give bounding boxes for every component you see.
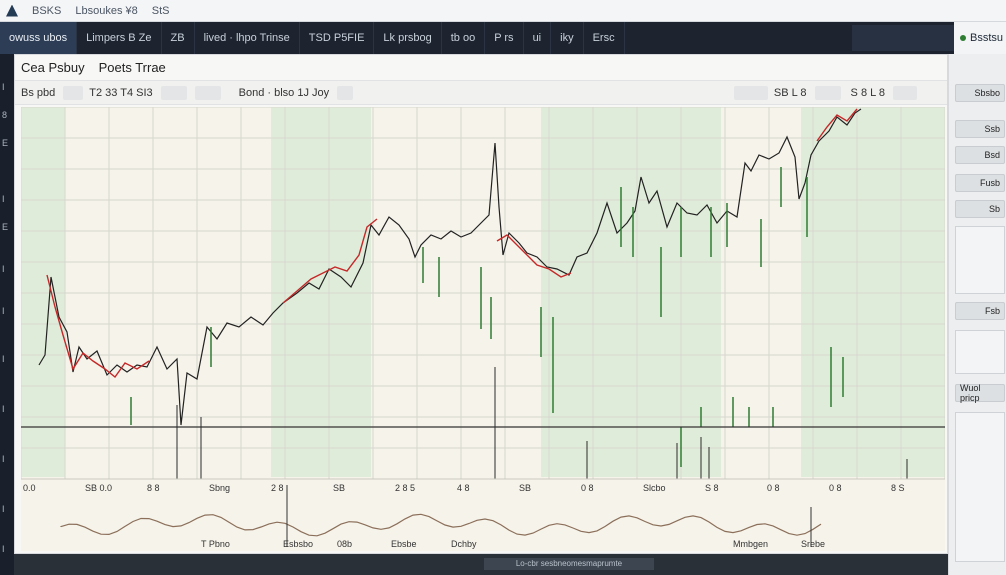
top-strip: BSKS Lbsoukes ¥8 StS — [0, 0, 1006, 22]
x-axis-tick-label: Sbng — [209, 483, 230, 493]
chart-zone-3 — [801, 107, 945, 477]
rail-label-10[interactable]: I — [2, 504, 5, 514]
status-dot-icon — [960, 35, 966, 41]
sidebar-button-6[interactable]: Wuol pricp — [955, 383, 1005, 403]
rail-label-0[interactable]: I — [2, 82, 5, 92]
nav-tab-3[interactable]: lived · lhpo Trinse — [195, 22, 300, 54]
x-axis-tick-label: 4 8 — [457, 483, 470, 493]
x-axis-tick-label: 0 8 — [581, 483, 594, 493]
toolbar-field-b[interactable] — [160, 85, 187, 100]
bottom-bar: Lo-cbr sesbneomesmaprumte — [14, 554, 948, 575]
x-axis-bottom-label: Srebe — [801, 539, 825, 549]
nav-tab-4[interactable]: TSD P5FIE — [300, 22, 375, 54]
nav-search-box[interactable] — [852, 25, 954, 51]
x-axis-tick-label: 8 8 — [147, 483, 160, 493]
chart-zone-1 — [271, 107, 371, 477]
x-axis-tick-label: SB — [333, 483, 345, 493]
chart-panel: Cea Psbuy Poets Trrae Bs pbd T2 33 T4 SI… — [14, 54, 948, 554]
brand-label: Bsstsu — [970, 32, 1004, 44]
x-axis-tick-label: 0.0 — [23, 483, 36, 493]
price-chart[interactable]: 0.0 SB 0.0 8 8 Sbng 2 8 SB 2 8 5 4 8 SB 0 8 Slcbo S… — [21, 107, 945, 551]
x-axis-tick-label: 0 8 — [829, 483, 842, 493]
sidebar-panel-b — [955, 330, 1005, 374]
toolbar-field-d[interactable] — [337, 85, 354, 100]
chart-zone-2 — [541, 107, 721, 477]
sidebar-button-1[interactable]: Ssb — [955, 120, 1005, 138]
rail-label-6[interactable]: I — [2, 306, 5, 316]
toolbar-field-e[interactable] — [733, 85, 768, 100]
top-item-3[interactable]: StS — [152, 5, 170, 17]
rail-label-7[interactable]: I — [2, 354, 5, 364]
nav-tab-10[interactable]: Ersc — [584, 22, 625, 54]
nav-tab-1[interactable]: Limpers B Ze — [77, 22, 162, 54]
nav-tab-0[interactable]: owuss ubos — [0, 22, 78, 54]
toolbar-field-c[interactable] — [194, 85, 221, 100]
rail-label-1[interactable]: 8 — [2, 110, 7, 120]
app-logo-icon — [6, 4, 18, 17]
toolbar-field-g[interactable] — [893, 85, 917, 100]
x-axis-tick-label: SB 0.0 — [85, 483, 112, 493]
sidebar-button-4[interactable]: Sb — [955, 200, 1005, 218]
price-chart-svg[interactable]: 0.0 SB 0.0 8 8 Sbng 2 8 SB 2 8 5 4 8 SB 0 8 Slcbo S… — [21, 107, 945, 551]
bottom-status: Lo-cbr sesbneomesmaprumte — [484, 558, 654, 570]
rail-label-3[interactable]: I — [2, 194, 5, 204]
sidebar-button-5[interactable]: Fsb — [955, 302, 1005, 320]
brand-badge[interactable]: Bsstsu — [954, 22, 1006, 54]
toolbar-right-1[interactable]: SB L 8 — [774, 87, 807, 99]
panel-subtitle: Poets Trrae — [98, 60, 166, 75]
nav-tab-9[interactable]: iky — [551, 22, 584, 54]
toolbar-range[interactable]: T2 33 T4 SI3 — [89, 87, 152, 99]
x-axis-tick-label: SB — [519, 483, 531, 493]
top-item-1[interactable]: BSKS — [32, 5, 61, 17]
x-axis-bottom-label: Dchby — [451, 539, 477, 549]
rail-label-11[interactable]: I — [2, 544, 5, 554]
x-axis-bottom-label: Esbsbo — [283, 539, 313, 549]
right-sidebar: Sbsbo Ssb Bsd Fusb Sb Fsb Wuol pricp — [948, 54, 1006, 575]
x-axis-tick-label: 2 8 — [271, 483, 284, 493]
sidebar-button-3[interactable]: Fusb — [955, 174, 1005, 192]
sidebar-panel-c — [955, 412, 1005, 562]
rail-label-4[interactable]: E — [2, 222, 8, 232]
x-axis-tick-label: 8 S — [891, 483, 905, 493]
rail-label-2[interactable]: E — [2, 138, 8, 148]
toolbar-field-f[interactable] — [814, 85, 841, 100]
panel-title: Cea Psbuy — [21, 60, 85, 75]
toolbar-field-a[interactable] — [63, 85, 84, 100]
nav-tab-7[interactable]: P rs — [485, 22, 524, 54]
x-axis-tick-label: 0 8 — [767, 483, 780, 493]
chart-toolbar: Bs pbd T2 33 T4 SI3 Bond · blso 1J Joy S… — [15, 81, 947, 105]
main-navbar: owuss ubos Limpers B Ze ZB lived · lhpo … — [0, 22, 1006, 54]
rail-label-8[interactable]: I — [2, 404, 5, 414]
nav-tab-8[interactable]: ui — [524, 22, 552, 54]
x-axis-tick-label: 2 8 5 — [395, 483, 415, 493]
x-axis-bottom-label: 08b — [337, 539, 352, 549]
sidebar-button-0[interactable]: Sbsbo — [955, 84, 1005, 102]
top-item-2[interactable]: Lbsoukes ¥8 — [75, 5, 137, 17]
panel-title-bar: Cea Psbuy Poets Trrae — [15, 55, 947, 81]
nav-tab-5[interactable]: Lk prsbog — [374, 22, 442, 54]
x-axis-tick-label: S 8 — [705, 483, 719, 493]
toolbar-left-label[interactable]: Bs pbd — [21, 87, 55, 99]
toolbar-symbol[interactable]: Bond · blso 1J Joy — [239, 87, 330, 99]
x-axis-bottom-label: Mmbgen — [733, 539, 768, 549]
x-axis-bottom-label: T Pbno — [201, 539, 230, 549]
rail-label-5[interactable]: I — [2, 264, 5, 274]
nav-tab-2[interactable]: ZB — [162, 22, 195, 54]
rail-label-9[interactable]: I — [2, 454, 5, 464]
sidebar-panel-a — [955, 226, 1005, 294]
chart-zone-0 — [21, 107, 65, 477]
sidebar-button-2[interactable]: Bsd — [955, 146, 1005, 164]
toolbar-right-2[interactable]: S 8 L 8 — [851, 87, 885, 99]
x-axis-bottom-label: Ebsbe — [391, 539, 417, 549]
left-rail: I 8 E I E I I I I I I I — [0, 54, 14, 575]
nav-tab-6[interactable]: tb oo — [442, 22, 486, 54]
x-axis-tick-label: Slcbo — [643, 483, 666, 493]
